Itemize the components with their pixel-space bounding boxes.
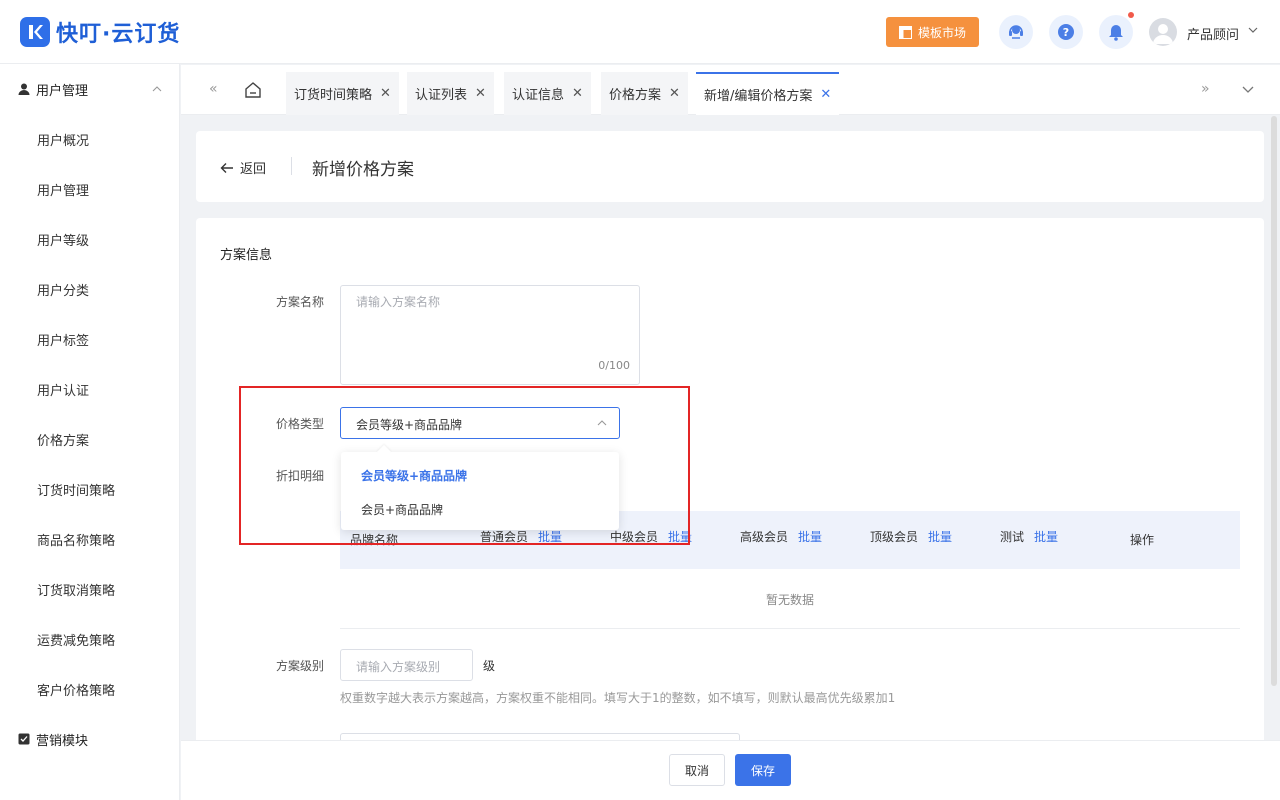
arrow-left-icon [220,162,233,173]
sidebar-group-label: 营销模块 [36,733,89,749]
notification-dot [1128,12,1134,18]
col-action: 操作 [1130,533,1155,547]
tab-label: 认证信息 [512,88,565,103]
tab-label: 价格方案 [609,88,662,103]
char-counter: 0/100 [598,359,630,372]
level-hint: 权重数字越大表示方案越高，方案权重不能相同。填写大于1的整数，如不填写，则默认最… [340,691,896,705]
empty-text: 暂无数据 [765,593,814,607]
brand-logo-icon [20,17,50,47]
sidebar: 用户管理 用户概况 用户管理 用户等级 用户分类 用户标签 用户认证 价格方案 … [0,64,180,800]
close-icon[interactable]: ✕ [475,86,486,101]
tab-label: 认证列表 [415,88,468,103]
template-market-label: 模板市场 [917,25,966,40]
col-test: 测试 批量 [1000,528,1058,545]
headset-icon[interactable] [999,15,1033,49]
sidebar-item-order-time-policy[interactable]: 订货时间策略 [37,480,115,499]
col-label: 顶级会员 [870,530,919,544]
section-title: 方案信息 [220,248,273,263]
title-card: 返回 新增价格方案 [196,131,1264,202]
col-top-member: 顶级会员 批量 [870,528,952,545]
tab-edit-price-plan[interactable]: 新增/编辑价格方案 ✕ [696,72,840,115]
batch-link[interactable]: 批量 [798,530,822,544]
tab-label: 新增/编辑价格方案 [704,89,813,104]
chevron-down-icon[interactable] [1242,85,1254,95]
close-icon[interactable]: ✕ [572,86,583,101]
col-high-member: 高级会员 批量 [740,528,822,545]
plan-level-input[interactable]: 请输入方案级别 [340,649,473,681]
bell-icon[interactable] [1099,12,1134,49]
sidebar-group-label: 用户管理 [36,83,89,99]
close-icon[interactable]: ✕ [820,87,831,102]
level-unit: 级 [483,659,496,673]
brand-name: 快叮·云订货 [56,22,181,47]
batch-link[interactable]: 批量 [928,530,952,544]
batch-link[interactable]: 批量 [1034,530,1058,544]
sidebar-item-freight-policy[interactable]: 运费减免策略 [37,630,115,649]
plan-name-label: 方案名称 [275,295,324,309]
tab-bar: « 订货时间策略 ✕ 认证列表 ✕ 认证信息 ✕ 价格方案 ✕ 新增/编辑价格方案 ✕ » [181,65,1280,115]
footer-bar [181,740,1280,800]
sidebar-item-order-cancel-policy[interactable]: 订货取消策略 [37,580,115,599]
sidebar-item-user-overview[interactable]: 用户概况 [37,130,89,149]
sidebar-item-price-plan[interactable]: 价格方案 [37,430,89,449]
close-icon[interactable]: ✕ [669,86,680,101]
tab-auth-list[interactable]: 认证列表 ✕ [407,72,494,115]
close-icon[interactable]: ✕ [380,86,391,101]
save-button[interactable]: 保存 [735,754,791,786]
user-name[interactable]: 产品顾问 [1187,24,1239,43]
col-label: 高级会员 [740,530,789,544]
sidebar-item-product-name-policy[interactable]: 商品名称策略 [37,530,115,549]
table-empty-row: 暂无数据 [340,569,1240,629]
double-chevron-right-icon[interactable]: » [1201,81,1210,97]
title-divider [291,157,292,175]
tab-label: 订货时间策略 [294,88,373,103]
scrollbar[interactable] [1271,116,1277,686]
svg-text:?: ? [1063,26,1069,39]
chevron-down-icon[interactable] [1248,25,1258,35]
marketing-icon [18,733,30,745]
sidebar-item-user-category[interactable]: 用户分类 [37,280,89,299]
tab-order-time-policy[interactable]: 订货时间策略 ✕ [286,72,399,115]
brand-logo[interactable]: 快叮·云订货 [20,16,180,48]
sidebar-item-user-auth[interactable]: 用户认证 [37,380,89,399]
cancel-button[interactable]: 取消 [669,754,725,786]
person-icon [18,83,30,95]
sidebar-group-user-management[interactable]: 用户管理 [0,64,179,114]
col-label: 测试 [1000,530,1025,544]
sidebar-item-customer-price-policy[interactable]: 客户价格策略 [37,680,115,699]
tab-auth-info[interactable]: 认证信息 ✕ [504,72,591,115]
plan-level-label: 方案级别 [275,659,324,673]
sidebar-group-marketing[interactable]: 营销模块 [0,714,179,764]
plan-level-placeholder: 请输入方案级别 [356,660,441,674]
back-button[interactable]: 返回 [220,158,266,177]
tab-price-plan[interactable]: 价格方案 ✕ [601,72,688,115]
plan-name-textarea[interactable]: 请输入方案名称 0/100 [340,285,640,385]
sidebar-item-user-tag[interactable]: 用户标签 [37,330,89,349]
sidebar-item-user-management[interactable]: 用户管理 [37,180,89,199]
home-icon[interactable] [244,81,262,103]
highlight-box [239,386,690,545]
sidebar-item-user-level[interactable]: 用户等级 [37,230,89,249]
double-chevron-left-icon[interactable]: « [209,81,218,97]
user-avatar-icon[interactable] [1149,18,1177,46]
template-market-button[interactable]: 模板市场 [886,17,979,47]
back-label: 返回 [240,162,267,177]
help-icon[interactable]: ? [1049,15,1083,49]
chevron-up-icon [152,86,162,92]
top-header: 快叮·云订货 模板市场 ? 产品顾问 [0,0,1280,64]
plan-name-placeholder: 请输入方案名称 [356,295,441,309]
template-icon [898,25,912,39]
page-title: 新增价格方案 [312,160,414,180]
